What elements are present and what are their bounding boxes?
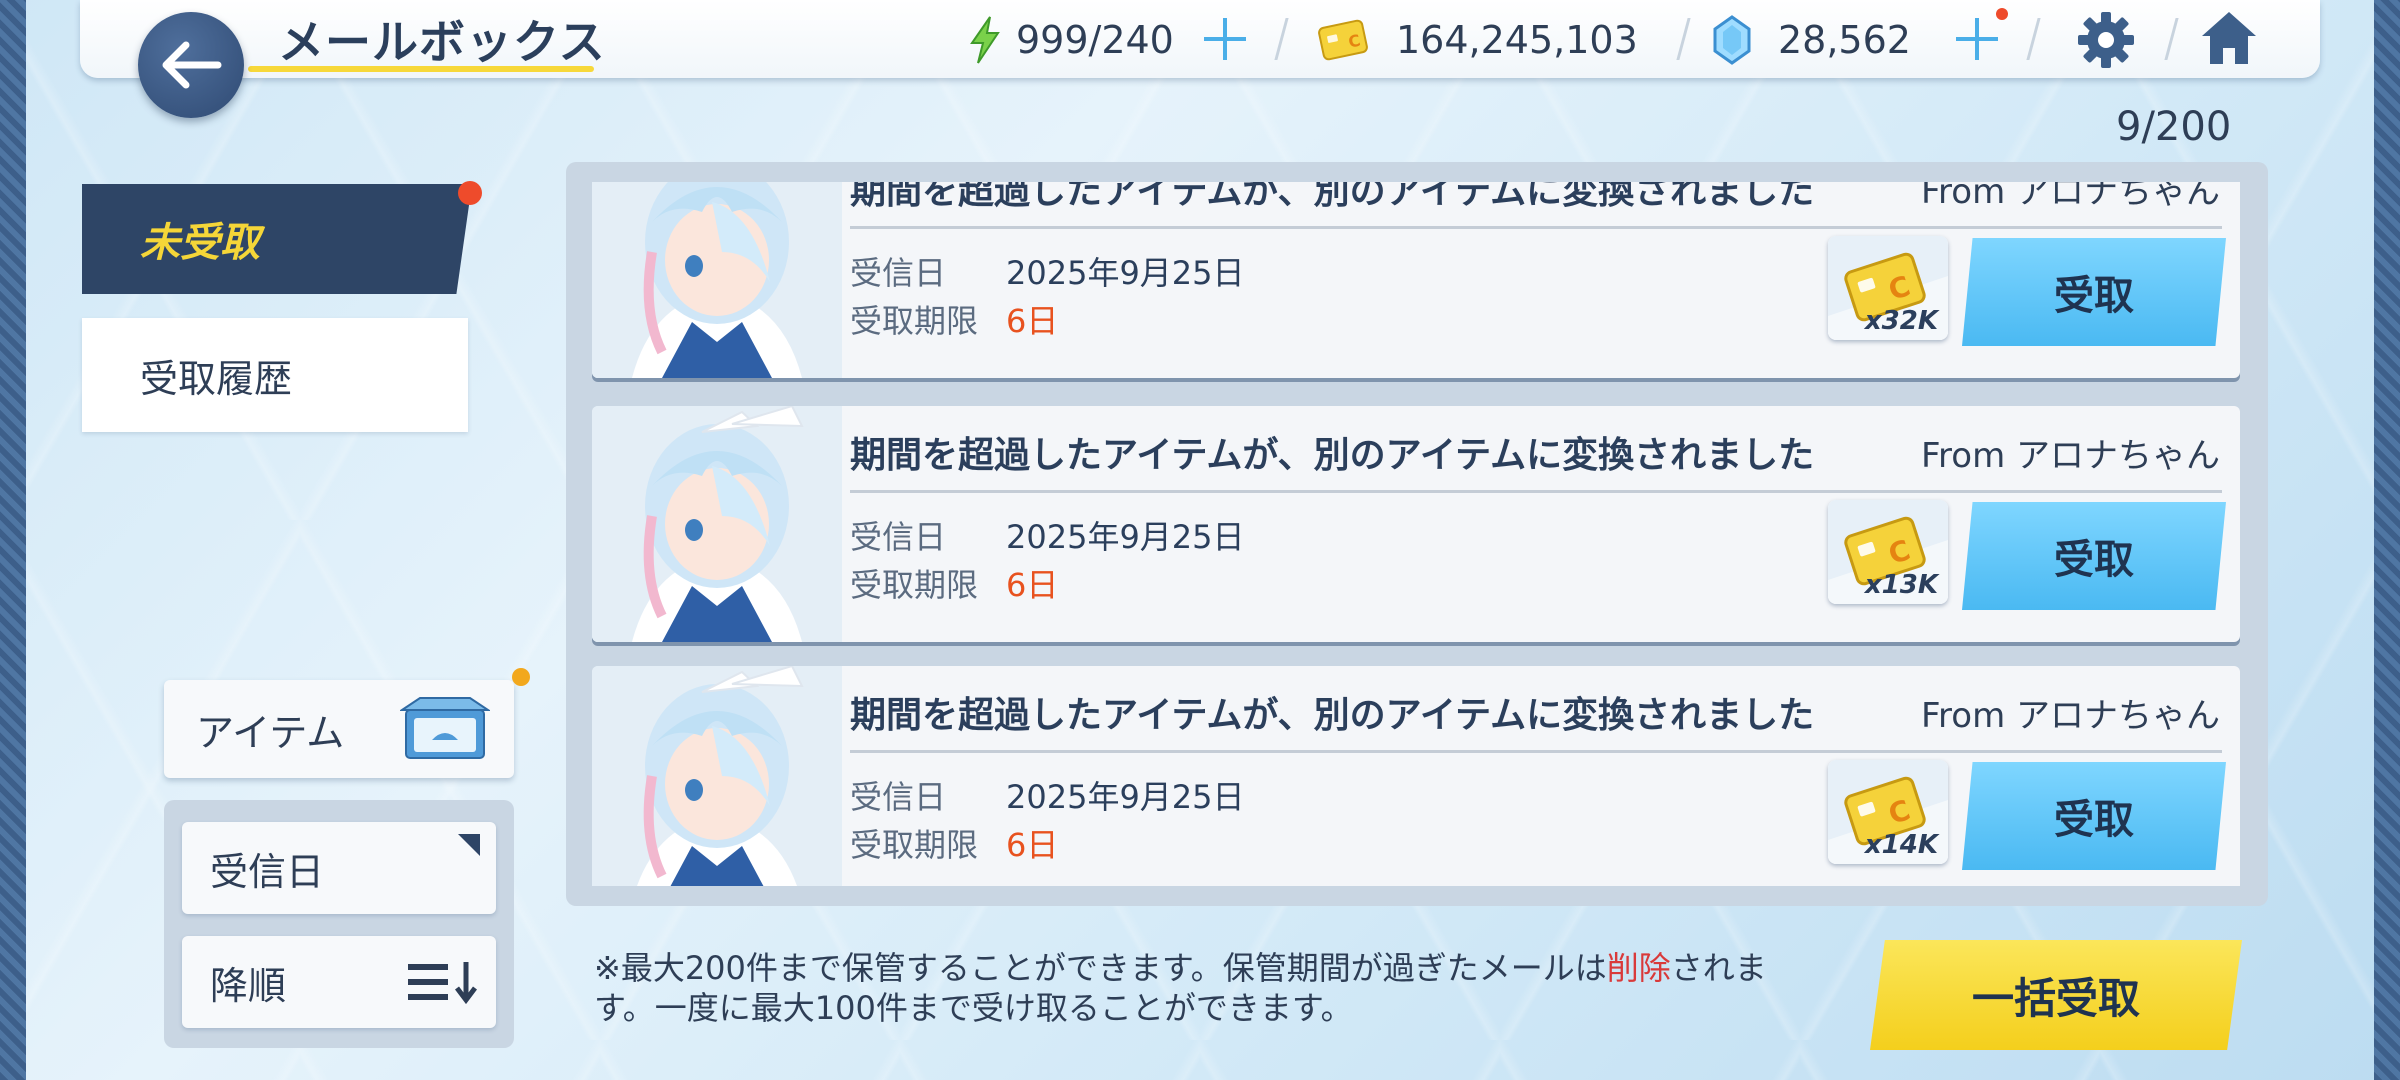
ap-display: 999/240	[968, 12, 1174, 68]
right-edge-decoration	[2374, 0, 2400, 1080]
sort-field-button[interactable]: 受信日	[182, 822, 496, 914]
credits-value: 164,245,103	[1396, 18, 1638, 62]
mail-sender: From アロナちゃん	[1920, 696, 2220, 736]
mail-list[interactable]: 期間を超過したアイテムが、別のアイテムに変換されました From アロナちゃん …	[590, 182, 2242, 886]
reward-item[interactable]: C x14K	[1828, 760, 1948, 864]
tab-unreceived-label: 未受取	[140, 220, 260, 266]
reward-quantity: x32K	[1864, 306, 1938, 336]
lightning-icon	[970, 16, 1000, 64]
reward-quantity: x13K	[1864, 570, 1938, 600]
reward-item[interactable]: C x32K	[1828, 236, 1948, 340]
gems-value: 28,562	[1778, 18, 1911, 62]
receive-button-label: 受取	[2054, 797, 2134, 843]
add-gems-button[interactable]	[1952, 14, 2002, 64]
left-edge-decoration	[0, 0, 26, 1080]
mail-title: 期間を超過したアイテムが、別のアイテムに変換されました	[850, 695, 1815, 736]
deadline-value: 6日	[1006, 302, 1059, 340]
mail-counter: 9/200	[2116, 104, 2232, 150]
page-title: メールボックス	[278, 15, 606, 69]
notification-dot	[512, 668, 530, 686]
received-date: 2025年9月25日	[1006, 254, 1245, 292]
sort-order-button[interactable]: 降順	[182, 936, 496, 1028]
mail-divider	[850, 490, 2222, 493]
bulk-receive-label: 一括受取	[1971, 973, 2140, 1023]
avatar-image	[592, 182, 842, 378]
tab-unreceived[interactable]: 未受取	[82, 184, 472, 294]
gems-display: 28,562	[1712, 12, 1911, 68]
received-label: 受信日	[850, 254, 947, 292]
avatar-image	[592, 406, 842, 642]
deadline-label: 受取期限	[850, 302, 979, 340]
storage-note-text: ※最大200件まで保管することができます。保管期間が過ぎたメールは	[594, 949, 1607, 987]
home-icon[interactable]	[2198, 8, 2260, 68]
storage-note: ※最大200件まで保管することができます。保管期間が過ぎたメールは削除されます。…	[594, 948, 1814, 1028]
deadline-value: 6日	[1006, 566, 1059, 604]
sender-avatar	[592, 666, 842, 886]
mail-divider	[850, 750, 2222, 753]
mail-sender: From アロナちゃん	[1920, 436, 2220, 476]
mail-item: 期間を超過したアイテムが、別のアイテムに変換されました From アロナちゃん …	[592, 666, 2240, 886]
receive-button[interactable]: 受取	[1962, 762, 2226, 870]
mail-divider	[850, 226, 2222, 229]
mail-title: 期間を超過したアイテムが、別のアイテムに変換されました	[850, 435, 1815, 476]
arrow-left-icon	[162, 41, 222, 89]
receive-button[interactable]: 受取	[1962, 502, 2226, 610]
item-box-icon	[400, 697, 490, 759]
item-filter-button[interactable]: アイテム	[164, 680, 514, 778]
avatar-image	[592, 666, 842, 886]
sort-order-label: 降順	[210, 963, 287, 1008]
receive-button-label: 受取	[2054, 537, 2134, 583]
receive-button-label: 受取	[2054, 273, 2134, 319]
mail-title: 期間を超過したアイテムが、別のアイテムに変換されました	[850, 182, 1815, 212]
received-date: 2025年9月25日	[1006, 518, 1245, 556]
received-label: 受信日	[850, 778, 947, 816]
mail-sender: From アロナちゃん	[1920, 182, 2220, 212]
deadline-value: 6日	[1006, 826, 1059, 864]
tab-history-label: 受取履歴	[140, 356, 293, 401]
reward-item[interactable]: C x13K	[1828, 500, 1948, 604]
back-button[interactable]	[138, 12, 244, 118]
deadline-label: 受取期限	[850, 566, 979, 604]
gem-icon	[1713, 15, 1751, 65]
add-ap-button[interactable]	[1200, 14, 1250, 64]
mail-item: 期間を超過したアイテムが、別のアイテムに変換されました From アロナちゃん …	[592, 182, 2240, 378]
credits-display: C 164,245,103	[1318, 12, 1638, 68]
gear-icon[interactable]	[2076, 10, 2136, 70]
received-date: 2025年9月25日	[1006, 778, 1245, 816]
bulk-receive-button[interactable]: 一括受取	[1870, 940, 2242, 1050]
sort-field-label: 受信日	[210, 849, 325, 894]
credit-card-icon: C	[1318, 19, 1368, 61]
item-filter-label: アイテム	[196, 710, 345, 755]
mail-item: 期間を超過したアイテムが、別のアイテムに変換されました From アロナちゃん …	[592, 406, 2240, 642]
received-label: 受信日	[850, 518, 947, 556]
sender-avatar	[592, 182, 842, 378]
dropdown-corner-icon	[458, 834, 480, 856]
sort-descending-icon	[408, 962, 477, 1005]
reward-quantity: x14K	[1864, 830, 1938, 860]
notification-dot	[458, 181, 482, 205]
receive-button[interactable]: 受取	[1962, 238, 2226, 346]
tab-history[interactable]: 受取履歴	[82, 318, 468, 432]
sender-avatar	[592, 406, 842, 642]
deadline-label: 受取期限	[850, 826, 979, 864]
sort-panel: 受信日 降順	[164, 800, 514, 1048]
storage-note-delete: 削除	[1606, 949, 1671, 987]
ap-value: 999/240	[1016, 18, 1174, 62]
notification-dot	[1996, 8, 2008, 20]
